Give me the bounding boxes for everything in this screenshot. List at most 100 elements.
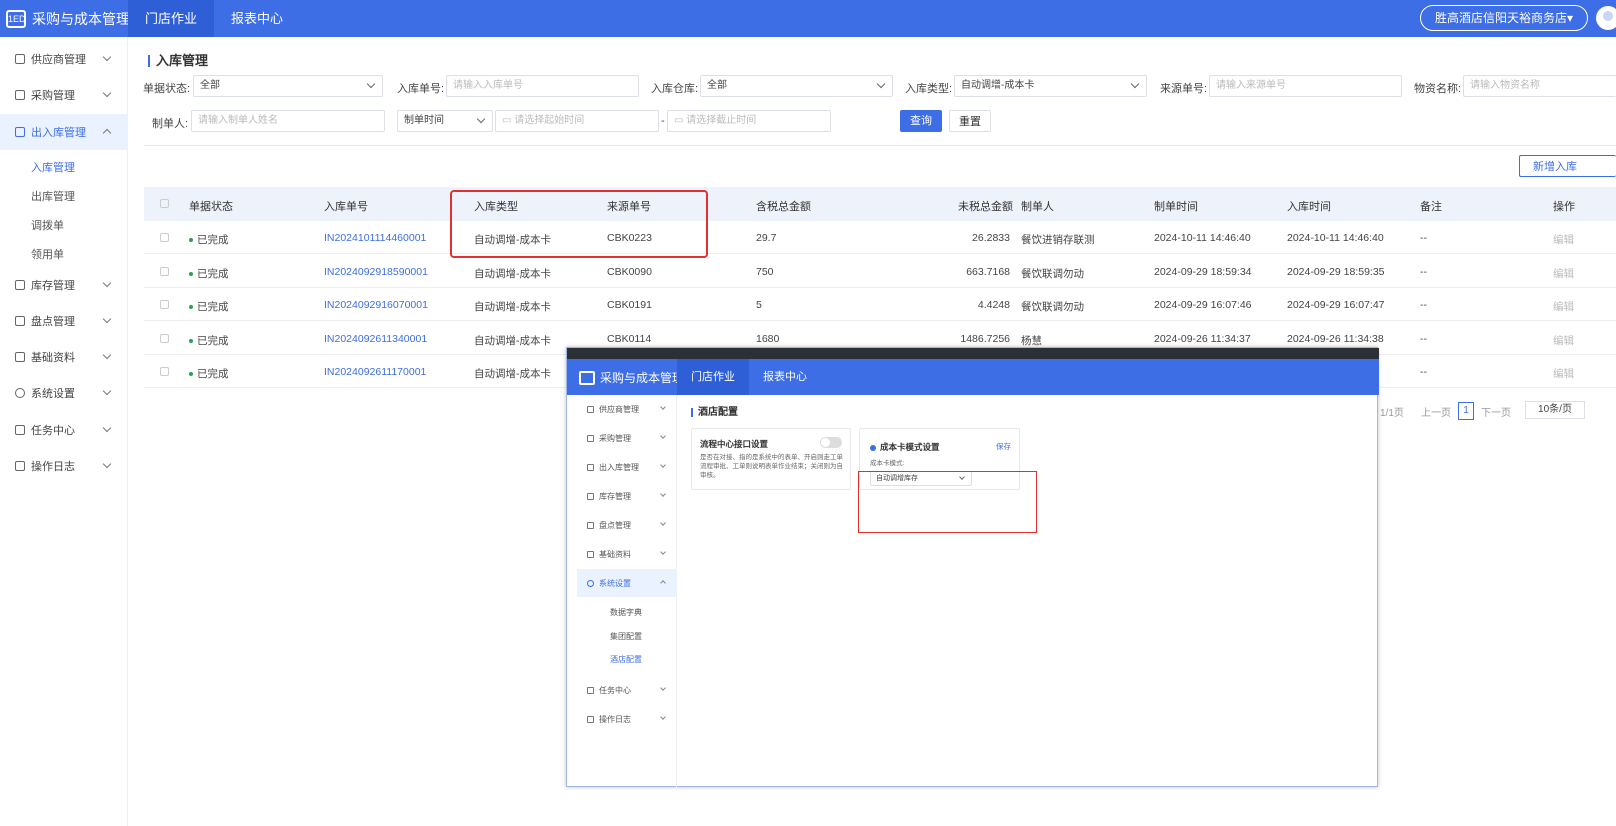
status-select[interactable]: 全部 xyxy=(193,75,383,97)
inset-sub-hotel-config[interactable]: 酒店配置 xyxy=(610,654,642,665)
cell-inbound-no[interactable]: IN2024092611340001 xyxy=(324,333,427,345)
app-logo[interactable]: 1ED 采购与成本管理 xyxy=(6,9,130,29)
process-center-toggle[interactable] xyxy=(820,437,842,448)
row-checkbox[interactable] xyxy=(160,233,169,242)
sidebar-sub-transfer[interactable]: 调拨单 xyxy=(31,217,64,233)
col-maker: 制单人 xyxy=(1021,201,1054,213)
cell-status: 已完成 xyxy=(189,299,229,314)
end-time-placeholder: 请选择截止时间 xyxy=(686,115,757,126)
inbound-type-select[interactable]: 自动调增-成本卡 xyxy=(954,75,1147,97)
inset-sidebar-label: 供应商管理 xyxy=(599,404,639,414)
source-no-input[interactable]: 请输入来源单号 xyxy=(1209,75,1402,97)
time-type-select-value: 制单时间 xyxy=(404,115,444,126)
cell-inbound-type: 自动调增-成本卡 xyxy=(474,267,551,280)
inbound-no-input[interactable]: 请输入入库单号 xyxy=(446,75,639,97)
start-time-input[interactable]: ▭ 请选择起始时间 xyxy=(495,110,659,132)
inset-sidebar-item[interactable]: 基础资料 xyxy=(577,540,677,568)
prev-page-button[interactable]: 上一页 xyxy=(1421,404,1451,419)
inset-sidebar-item[interactable]: 出入库管理 xyxy=(577,453,677,481)
next-page-button[interactable]: 下一页 xyxy=(1481,404,1511,419)
tab-store-ops[interactable]: 门店作业 xyxy=(128,0,215,37)
status-dot-icon xyxy=(189,305,193,310)
sidebar-item-inout[interactable]: 出入库管理 xyxy=(0,114,128,150)
cell-inbound-no[interactable]: IN2024092916070001 xyxy=(324,299,428,311)
new-inbound-button[interactable]: 新增入库 xyxy=(1519,155,1616,177)
sidebar-item-inventory[interactable]: 库存管理 xyxy=(0,267,128,303)
tab-report-center[interactable]: 报表中心 xyxy=(214,0,300,37)
sidebar-sub-requisition[interactable]: 领用单 xyxy=(31,246,64,262)
chevron-down-icon xyxy=(102,52,112,62)
cell-maker: 杨慧 xyxy=(1021,334,1042,347)
edit-link[interactable]: 编辑 xyxy=(1553,333,1574,348)
edit-link[interactable]: 编辑 xyxy=(1553,299,1574,314)
col-status: 单据状态 xyxy=(189,201,233,213)
material-input[interactable]: 请输入物资名称 xyxy=(1463,75,1616,97)
time-type-select[interactable]: 制单时间 xyxy=(397,110,493,132)
query-button[interactable]: 查询 xyxy=(900,110,942,132)
table-header: 单据状态 入库单号 入库类型 来源单号 含税总金额 未税总金额 制单人 制单时间… xyxy=(144,187,1616,221)
avatar[interactable] xyxy=(1596,6,1616,30)
edit-link[interactable]: 编辑 xyxy=(1553,366,1574,381)
warehouse-select[interactable]: 全部 xyxy=(700,75,893,97)
inventory-icon xyxy=(15,280,25,290)
cell-tax-total: 29.7 xyxy=(756,232,777,244)
sidebar-item-settings[interactable]: 系统设置 xyxy=(0,375,128,411)
inset-sidebar-label: 基础资料 xyxy=(599,549,631,559)
inset-sub-group-config[interactable]: 集团配置 xyxy=(610,631,642,642)
inset-sidebar-item[interactable]: 任务中心 xyxy=(577,676,677,704)
row-checkbox[interactable] xyxy=(160,266,169,276)
material-label: 物资名称: xyxy=(1414,83,1462,95)
sidebar-item-purchase[interactable]: 采购管理 xyxy=(0,77,128,113)
inset-sub-dictionary[interactable]: 数据字典 xyxy=(610,607,642,618)
row-checkbox[interactable] xyxy=(160,333,169,343)
status-text: 已完成 xyxy=(197,368,229,380)
logo-icon xyxy=(579,370,595,385)
inset-sidebar-item[interactable]: 供应商管理 xyxy=(577,395,677,423)
edit-link[interactable]: 编辑 xyxy=(1553,232,1574,247)
edit-link[interactable]: 编辑 xyxy=(1553,266,1574,281)
maker-input[interactable]: 请输入制单人姓名 xyxy=(191,110,385,132)
inset-sidebar-item-settings[interactable]: 系统设置 xyxy=(577,569,677,597)
sidebar-item-label: 系统设置 xyxy=(31,388,75,400)
cell-inbound-type: 自动调增-成本卡 xyxy=(474,334,551,347)
cell-inbound-no[interactable]: IN2024101114460001 xyxy=(324,232,426,244)
log-icon xyxy=(15,461,25,471)
sidebar-item-stocktake[interactable]: 盘点管理 xyxy=(0,303,128,339)
inset-sidebar-item[interactable]: 采购管理 xyxy=(577,424,677,452)
sidebar-item-basic-data[interactable]: 基础资料 xyxy=(0,339,128,375)
sidebar-item-log[interactable]: 操作日志 xyxy=(0,448,128,484)
inset-sidebar-label: 采购管理 xyxy=(599,433,631,443)
stocktake-icon xyxy=(15,316,25,326)
chevron-down-icon xyxy=(102,314,112,324)
chevron-down-icon xyxy=(102,350,112,360)
supplier-icon xyxy=(587,405,594,413)
page-size-select[interactable]: 10条/页 xyxy=(1525,401,1585,419)
save-button[interactable]: 保存 xyxy=(996,442,1011,451)
cell-inbound-no[interactable]: IN2024092611170001 xyxy=(324,366,426,378)
select-all-checkbox[interactable] xyxy=(160,199,169,208)
inset-highlight-box xyxy=(858,471,1037,533)
sidebar-sub-inbound[interactable]: 入库管理 xyxy=(31,159,75,175)
inset-sidebar-label: 操作日志 xyxy=(599,714,631,724)
inset-sidebar-label: 库存管理 xyxy=(599,491,631,501)
inset-sidebar-item[interactable]: 操作日志 xyxy=(577,705,677,733)
sidebar-sub-outbound[interactable]: 出库管理 xyxy=(31,188,75,204)
sidebar-item-supplier[interactable]: 供应商管理 xyxy=(0,41,128,77)
cell-inbound-no[interactable]: IN2024092918590001 xyxy=(324,266,428,278)
end-time-input[interactable]: ▭ 请选择截止时间 xyxy=(667,110,831,132)
status-dot-icon xyxy=(189,338,193,343)
purchase-icon xyxy=(587,434,594,442)
inset-tab-store-ops[interactable]: 门店作业 xyxy=(677,359,749,395)
sidebar-item-task[interactable]: 任务中心 xyxy=(0,412,128,448)
store-selector[interactable]: 胜高酒店信阳天裕商务店▾ xyxy=(1420,5,1589,31)
cell-notax-total: 1486.7256 xyxy=(960,332,1010,345)
inset-sidebar-item[interactable]: 库存管理 xyxy=(577,482,677,510)
inbound-no-label: 入库单号: xyxy=(397,83,445,95)
reset-button[interactable]: 重置 xyxy=(949,110,991,132)
page-number-current[interactable]: 1 xyxy=(1458,402,1474,420)
row-checkbox[interactable] xyxy=(160,300,169,309)
inset-tab-report-center[interactable]: 报表中心 xyxy=(749,359,821,395)
row-checkbox[interactable] xyxy=(160,367,169,376)
inset-sidebar-item[interactable]: 盘点管理 xyxy=(577,511,677,539)
chevron-down-icon xyxy=(660,462,666,468)
